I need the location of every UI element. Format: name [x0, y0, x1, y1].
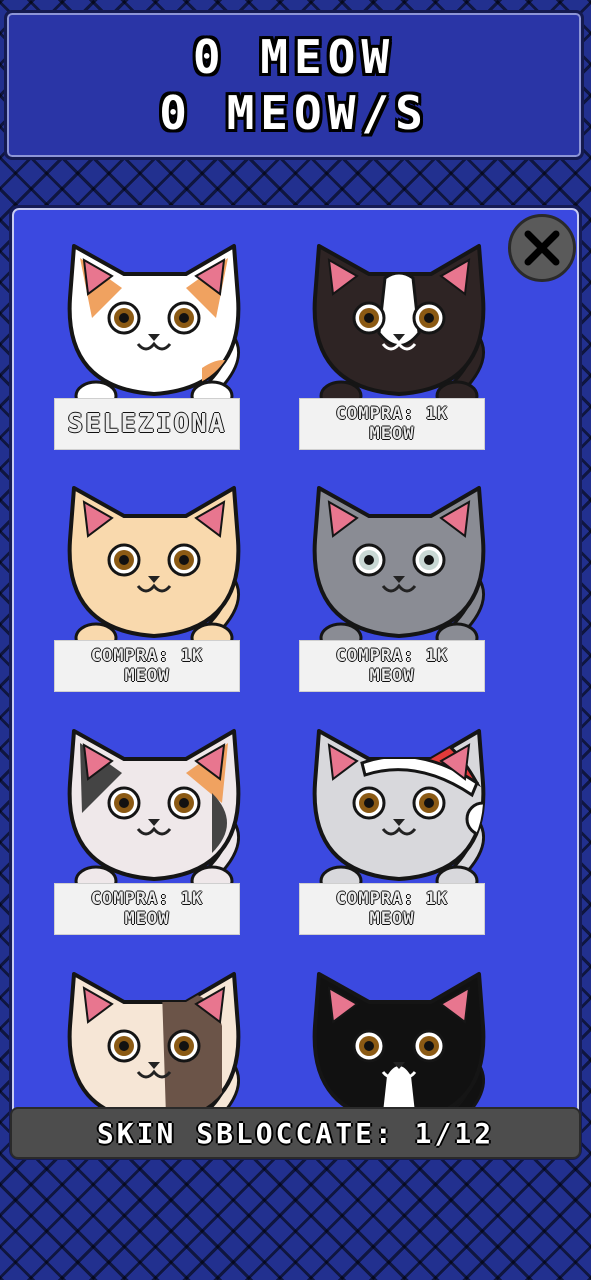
skins-unlocked-label: SKIN SBLOCCATE: 1/12: [96, 1116, 495, 1150]
select-skin-button[interactable]: SELEZIONA: [54, 398, 240, 450]
skins-unlocked-bar: SKIN SBLOCCATE: 1/12: [10, 1107, 581, 1159]
buy-skin-button[interactable]: COMPRA: 1K MEOW: [299, 640, 485, 692]
skin-preview: [62, 480, 246, 648]
skin-card: COMPRA: 1K MEOW: [299, 238, 499, 458]
skin-preview: [307, 723, 491, 891]
skin-card: SELEZIONA: [54, 238, 254, 458]
tuxedo-cat-icon: [312, 244, 486, 406]
skin-card: COMPRA: 1K MEOW: [299, 480, 499, 700]
skin-shop-panel: SELEZIONA COMPRA: 1K MEOW COMPRA: 1K MEO…: [9, 205, 582, 1160]
close-x-icon: [524, 230, 560, 266]
skin-preview: [307, 238, 491, 406]
grey-cat-icon: [312, 486, 486, 648]
meow-per-second: 0 MEOW/S: [159, 86, 429, 140]
skin-preview: [307, 480, 491, 648]
skin-preview: [62, 723, 246, 891]
cream-tabby-cat-icon: [67, 486, 241, 648]
meow-counter-header: 0 MEOW 0 MEOW/S: [4, 10, 584, 160]
close-button[interactable]: [508, 214, 576, 282]
skin-card: COMPRA: 1K MEOW: [54, 723, 254, 943]
meow-total: 0 MEOW: [192, 30, 396, 84]
calico-cat-icon: [67, 729, 241, 891]
buy-skin-button[interactable]: COMPRA: 1K MEOW: [299, 883, 485, 935]
buy-skin-button[interactable]: COMPRA: 1K MEOW: [54, 640, 240, 692]
buy-skin-button[interactable]: COMPRA: 1K MEOW: [54, 883, 240, 935]
santa-hat-grey-cat-icon: [312, 729, 486, 891]
orange-white-cat-icon: [67, 244, 241, 406]
skin-card: COMPRA: 1K MEOW: [299, 723, 499, 943]
skin-card: COMPRA: 1K MEOW: [54, 480, 254, 700]
skin-preview: [62, 238, 246, 406]
buy-skin-button[interactable]: COMPRA: 1K MEOW: [299, 398, 485, 450]
